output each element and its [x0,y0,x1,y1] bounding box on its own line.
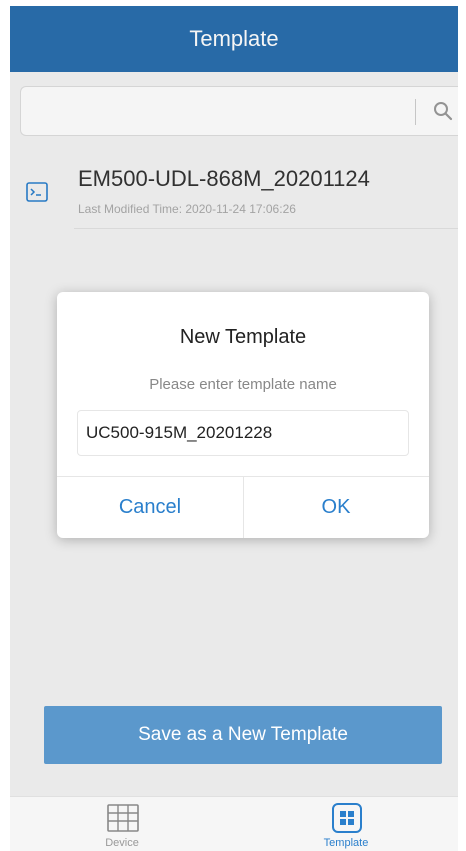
bottom-tab-bar: Device Template [10,796,458,851]
ok-button[interactable]: OK [243,477,429,538]
template-grid-icon [330,803,364,833]
template-name-input[interactable] [77,410,409,456]
dialog-title: New Template [179,326,307,348]
device-grid-icon [106,803,140,833]
cancel-button[interactable]: Cancel [57,477,243,538]
save-as-new-template-button[interactable]: Save as a New Template [44,706,442,764]
tab-device[interactable]: Device [10,797,234,851]
dialog-prompt: Please enter template name [149,376,337,393]
tab-device-label: Device [105,837,139,849]
app-screen: Template EM500-UDL-868M_20201124 Last Mo… [10,6,458,851]
new-template-dialog: New Template Please enter template name … [57,292,429,538]
tab-template[interactable]: Template [234,797,458,851]
tab-template-label: Template [323,837,369,849]
